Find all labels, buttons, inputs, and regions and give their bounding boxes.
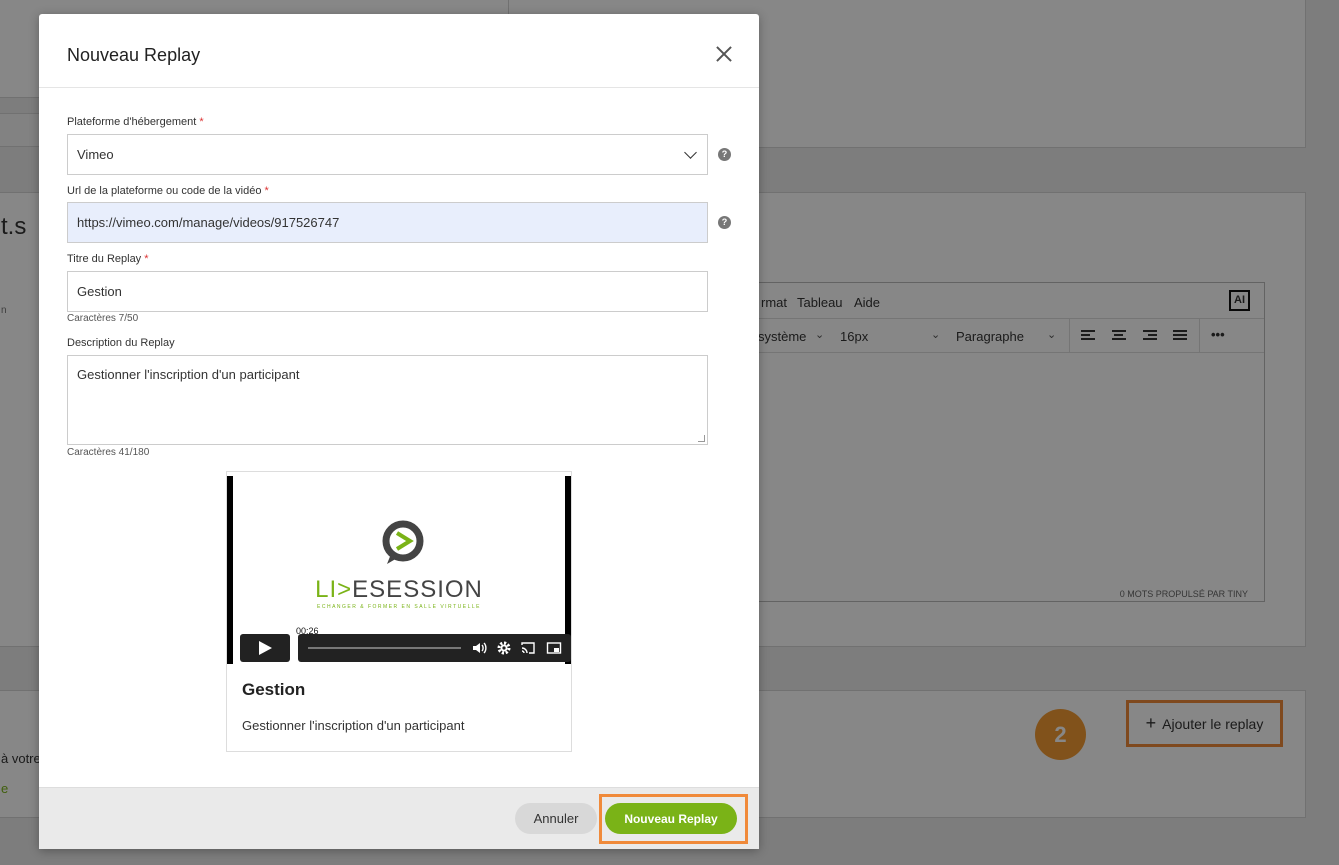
live-session-logo-icon [382, 520, 424, 564]
highlight-frame: Nouveau Replay [599, 794, 748, 844]
logo-tagline: ECHANGER & FORMER EN SALLE VIRTUELLE [317, 604, 481, 610]
chevron-down-icon [684, 146, 697, 159]
url-label: Url de la plateforme ou code de la vidéo… [67, 185, 269, 197]
volume-icon[interactable] [471, 640, 487, 656]
submit-new-replay-button[interactable]: Nouveau Replay [605, 803, 737, 834]
platform-label: Plateforme d'hébergement * [67, 116, 204, 128]
replay-preview-card: LI>ESESSION ECHANGER & FORMER EN SALLE V… [226, 471, 572, 752]
description-textarea[interactable]: Gestionner l'inscription d'un participan… [67, 355, 708, 445]
settings-gear-icon[interactable] [496, 640, 512, 656]
close-icon[interactable] [715, 45, 733, 63]
new-replay-dialog: Nouveau Replay Plateforme d'hébergement … [39, 14, 759, 849]
play-button[interactable] [240, 634, 290, 662]
preview-description: Gestionner l'inscription d'un participan… [242, 718, 465, 733]
help-icon[interactable]: ? [718, 216, 731, 229]
video-progress-bar[interactable] [308, 647, 461, 649]
dialog-title: Nouveau Replay [67, 45, 201, 65]
title-input[interactable]: Gestion [67, 271, 708, 312]
description-value: Gestionner l'inscription d'un participan… [77, 367, 300, 382]
title-label: Titre du Replay * [67, 253, 149, 265]
cast-icon[interactable] [520, 640, 536, 656]
help-icon[interactable]: ? [718, 148, 731, 161]
resize-handle[interactable] [698, 435, 705, 442]
preview-title: Gestion [242, 680, 306, 699]
video-controls [298, 634, 571, 662]
picture-in-picture-icon[interactable] [546, 640, 562, 656]
dialog-footer: Annuler Nouveau Replay [39, 787, 759, 849]
description-label: Description du Replay [67, 337, 175, 349]
dialog-header: Nouveau Replay [39, 14, 759, 88]
video-player[interactable]: LI>ESESSION ECHANGER & FORMER EN SALLE V… [227, 476, 571, 664]
platform-value: Vimeo [77, 147, 114, 162]
url-input[interactable]: https://vimeo.com/manage/videos/91752674… [67, 202, 708, 243]
description-char-counter: Caractères 41/180 [67, 447, 150, 458]
video-frame: LI>ESESSION ECHANGER & FORMER EN SALLE V… [233, 476, 571, 664]
title-char-counter: Caractères 7/50 [67, 313, 139, 324]
platform-select[interactable]: Vimeo [67, 134, 708, 175]
cancel-button[interactable]: Annuler [515, 803, 597, 834]
logo-wordmark: LI>ESESSION [315, 576, 483, 603]
